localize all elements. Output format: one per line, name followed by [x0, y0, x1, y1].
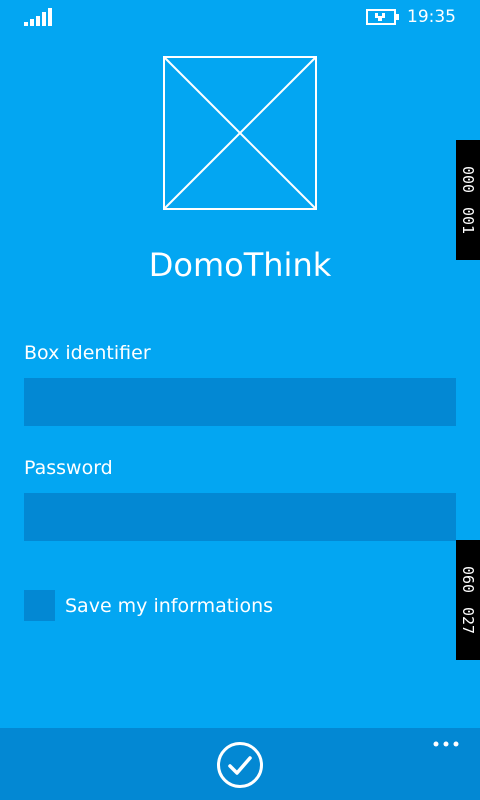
- box-identifier-input[interactable]: [24, 378, 456, 426]
- placeholder-image-icon: [163, 56, 317, 210]
- side-tab-1: 000 001: [456, 140, 480, 260]
- side-tab-1-bottom: 001: [459, 207, 477, 235]
- status-time: 19:35: [407, 7, 456, 27]
- side-tab-2: 060 027: [456, 540, 480, 660]
- password-label: Password: [24, 457, 113, 479]
- save-info-checkbox[interactable]: [24, 590, 55, 621]
- ellipsis-icon[interactable]: [426, 730, 470, 758]
- side-tab-2-top: 060: [459, 565, 477, 593]
- check-circle-icon[interactable]: [216, 741, 264, 789]
- signal-bars-icon: [24, 8, 52, 26]
- side-tab-2-bottom: 027: [459, 607, 477, 635]
- password-input[interactable]: [24, 493, 456, 541]
- battery-charging-icon: [366, 9, 399, 25]
- app-title: DomoThink: [148, 246, 332, 284]
- save-info-label: Save my informations: [65, 595, 274, 617]
- side-tab-1-top: 000: [459, 165, 477, 193]
- status-bar: 19:35: [0, 0, 480, 34]
- box-identifier-label: Box identifier: [24, 342, 151, 364]
- app-bar: [0, 728, 480, 800]
